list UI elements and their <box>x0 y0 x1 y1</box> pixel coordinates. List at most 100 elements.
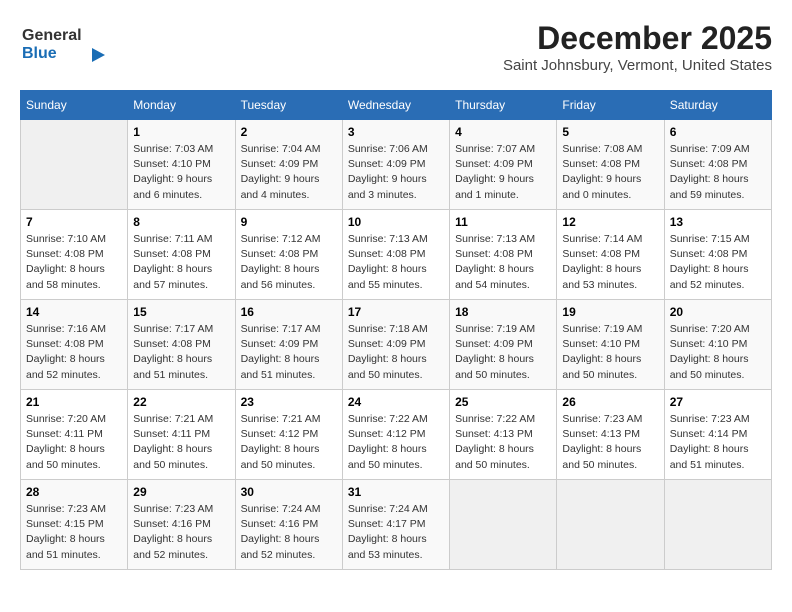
day-number: 24 <box>348 395 444 409</box>
page-header: General Blue December 2025 Saint Johnsbu… <box>20 20 772 74</box>
day-number: 10 <box>348 215 444 229</box>
day-info: Sunrise: 7:08 AMSunset: 4:08 PMDaylight:… <box>562 142 658 203</box>
svg-text:General: General <box>22 27 82 44</box>
day-info: Sunrise: 7:19 AMSunset: 4:09 PMDaylight:… <box>455 322 551 383</box>
page-title: December 2025 <box>503 20 772 57</box>
day-info: Sunrise: 7:19 AMSunset: 4:10 PMDaylight:… <box>562 322 658 383</box>
calendar-day-3: 3 Sunrise: 7:06 AMSunset: 4:09 PMDaylight… <box>342 120 449 210</box>
title-block: December 2025 Saint Johnsbury, Vermont, … <box>503 20 772 74</box>
day-number: 19 <box>562 305 658 319</box>
page-subtitle: Saint Johnsbury, Vermont, United States <box>503 57 772 74</box>
day-info: Sunrise: 7:23 AMSunset: 4:13 PMDaylight:… <box>562 412 658 473</box>
day-number: 8 <box>133 215 229 229</box>
day-number: 29 <box>133 485 229 499</box>
calendar-day-14: 14 Sunrise: 7:16 AMSunset: 4:08 PMDayligh… <box>21 300 128 390</box>
calendar-day-5: 5 Sunrise: 7:08 AMSunset: 4:08 PMDaylight… <box>557 120 664 210</box>
day-number: 22 <box>133 395 229 409</box>
day-info: Sunrise: 7:17 AMSunset: 4:08 PMDaylight:… <box>133 322 229 383</box>
day-number: 16 <box>241 305 337 319</box>
calendar-day-29: 29Sunrise: 7:23 AMSunset: 4:16 PMDayligh… <box>128 480 235 570</box>
day-info: Sunrise: 7:14 AMSunset: 4:08 PMDaylight:… <box>562 232 658 293</box>
day-info: Sunrise: 7:15 AMSunset: 4:08 PMDaylight:… <box>670 232 766 293</box>
day-info: Sunrise: 7:24 AMSunset: 4:16 PMDaylight:… <box>241 502 337 563</box>
day-info: Sunrise: 7:13 AMSunset: 4:08 PMDaylight:… <box>348 232 444 293</box>
calendar-table: SundayMondayTuesdayWednesdayThursdayFrid… <box>20 90 772 570</box>
day-number: 15 <box>133 305 229 319</box>
day-number: 25 <box>455 395 551 409</box>
day-info: Sunrise: 7:21 AMSunset: 4:12 PMDaylight:… <box>241 412 337 473</box>
weekday-header-friday: Friday <box>557 91 664 120</box>
day-number: 1 <box>133 125 229 139</box>
svg-text:Blue: Blue <box>22 45 57 62</box>
calendar-day-25: 25 Sunrise: 7:22 AMSunset: 4:13 PMDayligh… <box>450 390 557 480</box>
day-info: Sunrise: 7:21 AMSunset: 4:11 PMDaylight:… <box>133 412 229 473</box>
day-info: Sunrise: 7:11 AMSunset: 4:08 PMDaylight:… <box>133 232 229 293</box>
day-number: 7 <box>26 215 122 229</box>
day-info: Sunrise: 7:07 AMSunset: 4:09 PMDaylight:… <box>455 142 551 203</box>
logo: General Blue <box>20 20 130 70</box>
day-info: Sunrise: 7:12 AMSunset: 4:08 PMDaylight:… <box>241 232 337 293</box>
calendar-day-20: 20Sunrise: 7:20 AMSunset: 4:10 PMDayligh… <box>664 300 771 390</box>
calendar-day-16: 16 Sunrise: 7:17 AMSunset: 4:09 PMDayligh… <box>235 300 342 390</box>
calendar-day-31: 31Sunrise: 7:24 AMSunset: 4:17 PMDayligh… <box>342 480 449 570</box>
day-info: Sunrise: 7:16 AMSunset: 4:08 PMDaylight:… <box>26 322 122 383</box>
calendar-week-row: 14 Sunrise: 7:16 AMSunset: 4:08 PMDayligh… <box>21 300 772 390</box>
calendar-day-9: 9 Sunrise: 7:12 AMSunset: 4:08 PMDaylight… <box>235 210 342 300</box>
day-number: 13 <box>670 215 766 229</box>
day-number: 17 <box>348 305 444 319</box>
day-info: Sunrise: 7:24 AMSunset: 4:17 PMDaylight:… <box>348 502 444 563</box>
day-info: Sunrise: 7:13 AMSunset: 4:08 PMDaylight:… <box>455 232 551 293</box>
day-info: Sunrise: 7:22 AMSunset: 4:13 PMDaylight:… <box>455 412 551 473</box>
day-number: 5 <box>562 125 658 139</box>
day-number: 23 <box>241 395 337 409</box>
calendar-day-8: 8 Sunrise: 7:11 AMSunset: 4:08 PMDaylight… <box>128 210 235 300</box>
weekday-header-saturday: Saturday <box>664 91 771 120</box>
calendar-day-2: 2Sunrise: 7:04 AMSunset: 4:09 PMDaylight… <box>235 120 342 210</box>
day-number: 6 <box>670 125 766 139</box>
calendar-day-19: 19 Sunrise: 7:19 AMSunset: 4:10 PMDayligh… <box>557 300 664 390</box>
weekday-header-sunday: Sunday <box>21 91 128 120</box>
day-number: 14 <box>26 305 122 319</box>
day-number: 21 <box>26 395 122 409</box>
calendar-day-28: 28 Sunrise: 7:23 AMSunset: 4:15 PMDayligh… <box>21 480 128 570</box>
calendar-day-11: 11 Sunrise: 7:13 AMSunset: 4:08 PMDayligh… <box>450 210 557 300</box>
day-info: Sunrise: 7:06 AMSunset: 4:09 PMDaylight:… <box>348 142 444 203</box>
calendar-day-empty <box>557 480 664 570</box>
day-info: Sunrise: 7:23 AMSunset: 4:15 PMDaylight:… <box>26 502 122 563</box>
day-number: 26 <box>562 395 658 409</box>
calendar-week-row: 21 Sunrise: 7:20 AMSunset: 4:11 PMDayligh… <box>21 390 772 480</box>
day-number: 11 <box>455 215 551 229</box>
day-number: 12 <box>562 215 658 229</box>
day-number: 4 <box>455 125 551 139</box>
calendar-day-27: 27Sunrise: 7:23 AMSunset: 4:14 PMDayligh… <box>664 390 771 480</box>
day-number: 30 <box>241 485 337 499</box>
calendar-day-4: 4 Sunrise: 7:07 AMSunset: 4:09 PMDaylight… <box>450 120 557 210</box>
weekday-header-wednesday: Wednesday <box>342 91 449 120</box>
calendar-day-22: 22 Sunrise: 7:21 AMSunset: 4:11 PMDayligh… <box>128 390 235 480</box>
calendar-day-30: 30 Sunrise: 7:24 AMSunset: 4:16 PMDayligh… <box>235 480 342 570</box>
day-info: Sunrise: 7:20 AMSunset: 4:11 PMDaylight:… <box>26 412 122 473</box>
calendar-day-7: 7 Sunrise: 7:10 AMSunset: 4:08 PMDaylight… <box>21 210 128 300</box>
day-info: Sunrise: 7:18 AMSunset: 4:09 PMDaylight:… <box>348 322 444 383</box>
day-info: Sunrise: 7:17 AMSunset: 4:09 PMDaylight:… <box>241 322 337 383</box>
calendar-week-row: 1 Sunrise: 7:03 AMSunset: 4:10 PMDaylight… <box>21 120 772 210</box>
day-number: 3 <box>348 125 444 139</box>
calendar-day-empty <box>450 480 557 570</box>
calendar-day-6: 6 Sunrise: 7:09 AMSunset: 4:08 PMDaylight… <box>664 120 771 210</box>
day-number: 9 <box>241 215 337 229</box>
calendar-day-13: 13 Sunrise: 7:15 AMSunset: 4:08 PMDayligh… <box>664 210 771 300</box>
calendar-day-15: 15 Sunrise: 7:17 AMSunset: 4:08 PMDayligh… <box>128 300 235 390</box>
calendar-day-17: 17 Sunrise: 7:18 AMSunset: 4:09 PMDayligh… <box>342 300 449 390</box>
day-number: 28 <box>26 485 122 499</box>
calendar-day-1: 1 Sunrise: 7:03 AMSunset: 4:10 PMDaylight… <box>128 120 235 210</box>
calendar-day-empty <box>21 120 128 210</box>
day-info: Sunrise: 7:03 AMSunset: 4:10 PMDaylight:… <box>133 142 229 203</box>
day-info: Sunrise: 7:22 AMSunset: 4:12 PMDaylight:… <box>348 412 444 473</box>
calendar-day-18: 18Sunrise: 7:19 AMSunset: 4:09 PMDayligh… <box>450 300 557 390</box>
day-info: Sunrise: 7:09 AMSunset: 4:08 PMDaylight:… <box>670 142 766 203</box>
day-number: 27 <box>670 395 766 409</box>
day-info: Sunrise: 7:10 AMSunset: 4:08 PMDaylight:… <box>26 232 122 293</box>
calendar-day-21: 21 Sunrise: 7:20 AMSunset: 4:11 PMDayligh… <box>21 390 128 480</box>
calendar-day-24: 24 Sunrise: 7:22 AMSunset: 4:12 PMDayligh… <box>342 390 449 480</box>
calendar-day-empty <box>664 480 771 570</box>
